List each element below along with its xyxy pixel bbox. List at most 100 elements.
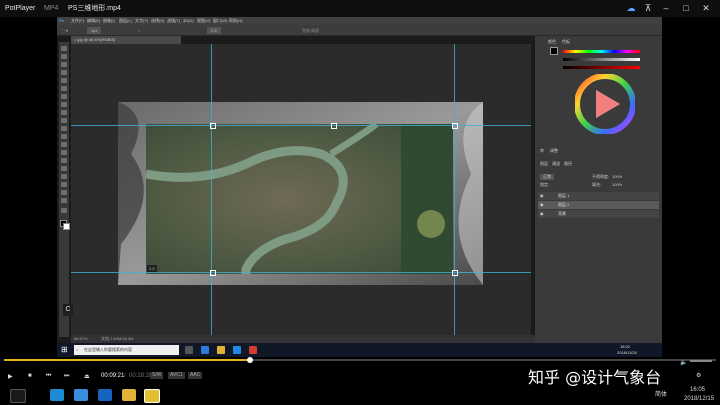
shape-tool-icon[interactable]	[61, 182, 67, 187]
video-frame[interactable]: Ps 文件(F) 编辑(E) 图像(I) 图层(L) 文字(Y) 选择(S) 滤…	[57, 17, 662, 357]
volume-slider[interactable]	[690, 360, 712, 362]
windows-start-icon[interactable]: ⊞	[61, 345, 68, 354]
task-view-icon[interactable]	[185, 346, 193, 354]
status-zoom[interactable]: 66.67%	[74, 335, 88, 343]
tab-library[interactable]: 库	[540, 148, 544, 154]
close-icon[interactable]: ✕	[700, 2, 712, 14]
guide-horizontal-bottom[interactable]	[71, 272, 531, 273]
lock-icon[interactable]: ⇔	[137, 25, 141, 36]
width-field[interactable]: 1px	[87, 27, 102, 34]
menu-window[interactable]: 窗口(W)	[213, 17, 227, 25]
angle-field[interactable]: 2.8	[207, 27, 221, 34]
history-brush-icon[interactable]	[61, 118, 67, 123]
zoom-tool-icon[interactable]	[61, 198, 67, 203]
menu-help[interactable]: 帮助(H)	[229, 17, 243, 25]
ime-indicator[interactable]: 简体	[655, 389, 667, 398]
eject-icon[interactable]: ⏏	[84, 373, 90, 380]
layer-row[interactable]: ◉ 图层 2	[538, 201, 659, 209]
menu-filter[interactable]: 滤镜(T)	[167, 17, 180, 25]
layer-row[interactable]: ◉ 图层 1	[538, 192, 659, 200]
more-tools-icon[interactable]	[61, 208, 67, 213]
color-wheel-icon[interactable]	[575, 74, 635, 134]
badge-audio[interactable]: AAC	[188, 372, 203, 379]
next-icon[interactable]: ⏭	[64, 373, 69, 380]
tab-paths[interactable]: 路径	[564, 161, 572, 167]
marquee-tool-icon[interactable]	[61, 54, 67, 59]
visibility-eye-icon[interactable]: ◉	[540, 192, 544, 200]
guide-horizontal-top[interactable]	[71, 125, 531, 126]
layer-row[interactable]: ◉ 背景	[538, 210, 659, 218]
background-color-swatch[interactable]	[63, 223, 70, 230]
eraser-tool-icon[interactable]	[61, 126, 67, 131]
magic-wand-icon[interactable]	[61, 70, 67, 75]
app-taskbar-icon[interactable]	[249, 346, 257, 354]
hand-tool-icon[interactable]	[61, 190, 67, 195]
host-potplayer-icon[interactable]	[144, 389, 160, 403]
menu-file[interactable]: 文件(F)	[71, 17, 84, 25]
canvas-image[interactable]	[71, 44, 531, 339]
document-tab[interactable]: × jpg @ 66.6%(RGB/8)	[71, 36, 181, 44]
clone-stamp-icon[interactable]	[61, 110, 67, 115]
badge-codec[interactable]: AVC1	[168, 372, 185, 379]
cloud-icon[interactable]: ☁	[625, 2, 637, 14]
transform-handle-bl[interactable]	[210, 270, 216, 276]
tool-preset-icon[interactable]: ⬚ ▾	[61, 25, 68, 36]
tab-channels[interactable]: 通道	[552, 161, 560, 167]
transform-handle-br[interactable]	[452, 270, 458, 276]
path-select-icon[interactable]	[61, 174, 67, 179]
badge-sw[interactable]: S/W	[150, 372, 164, 379]
maximize-icon[interactable]: □	[680, 2, 692, 14]
tab-swatches[interactable]: 色板	[562, 39, 570, 45]
menu-edit[interactable]: 编辑(E)	[87, 17, 100, 25]
brightness-slider[interactable]	[563, 66, 640, 69]
menu-select[interactable]: 选择(S)	[151, 17, 164, 25]
blend-mode-select[interactable]: 正常	[540, 174, 554, 180]
tab-adjustments[interactable]: 调整	[550, 148, 558, 154]
tab-color[interactable]: 颜色	[548, 39, 556, 45]
volume-icon[interactable]: 🔈	[680, 359, 687, 366]
host-media-icon[interactable]	[98, 389, 112, 401]
transform-handle-tl[interactable]	[210, 123, 216, 129]
minimize-icon[interactable]: –	[660, 2, 672, 14]
type-tool-icon[interactable]	[61, 166, 67, 171]
guide-vertical-left[interactable]	[211, 44, 212, 339]
transform-handle-tr[interactable]	[452, 123, 458, 129]
host-browser-icon[interactable]	[50, 389, 64, 401]
edge-icon[interactable]	[201, 346, 209, 354]
menu-3d[interactable]: 3D(D)	[183, 17, 194, 25]
guide-vertical-right[interactable]	[454, 44, 455, 339]
pin-icon[interactable]: ⊼	[642, 2, 654, 14]
dodge-tool-icon[interactable]	[61, 150, 67, 155]
gradient-tool-icon[interactable]	[61, 134, 67, 139]
photoshop-taskbar-icon[interactable]	[233, 346, 241, 354]
prev-icon[interactable]: ⏮	[46, 373, 51, 380]
fill-value[interactable]: 100%	[612, 182, 622, 187]
brush-tool-icon[interactable]	[61, 102, 67, 107]
menu-image[interactable]: 图像(I)	[103, 17, 115, 25]
eyedropper-icon[interactable]	[61, 86, 67, 91]
menu-type[interactable]: 文字(Y)	[135, 17, 148, 25]
hue-slider[interactable]	[563, 50, 640, 53]
panel-fg-swatch[interactable]	[550, 47, 558, 55]
visibility-eye-icon[interactable]: ◉	[540, 201, 544, 209]
blur-tool-icon[interactable]	[61, 142, 67, 147]
host-folder-icon[interactable]	[122, 389, 136, 401]
host-app-icon[interactable]	[74, 389, 88, 401]
taskbar-search-box[interactable]: ○ 在这里输入你要搜索的内容	[74, 345, 179, 355]
lasso-tool-icon[interactable]	[61, 62, 67, 67]
menu-layer[interactable]: 图层(L)	[119, 17, 132, 25]
move-tool-icon[interactable]	[61, 46, 67, 51]
saturation-slider[interactable]	[563, 58, 640, 61]
crop-tool-icon[interactable]	[61, 78, 67, 83]
tab-layers[interactable]: 图层	[540, 161, 548, 167]
healing-brush-icon[interactable]	[61, 94, 67, 99]
stop-icon[interactable]: ■	[28, 373, 32, 379]
canvas-area[interactable]: 1 2 C	[63, 44, 531, 339]
settings-icon[interactable]: ⚙	[696, 372, 701, 379]
opacity-value[interactable]: 100%	[612, 174, 622, 179]
transform-handle-tc[interactable]	[331, 123, 337, 129]
play-icon[interactable]: ▶	[8, 373, 13, 380]
visibility-eye-icon[interactable]: ◉	[540, 210, 544, 218]
pen-tool-icon[interactable]	[61, 158, 67, 163]
explorer-icon[interactable]	[217, 346, 225, 354]
